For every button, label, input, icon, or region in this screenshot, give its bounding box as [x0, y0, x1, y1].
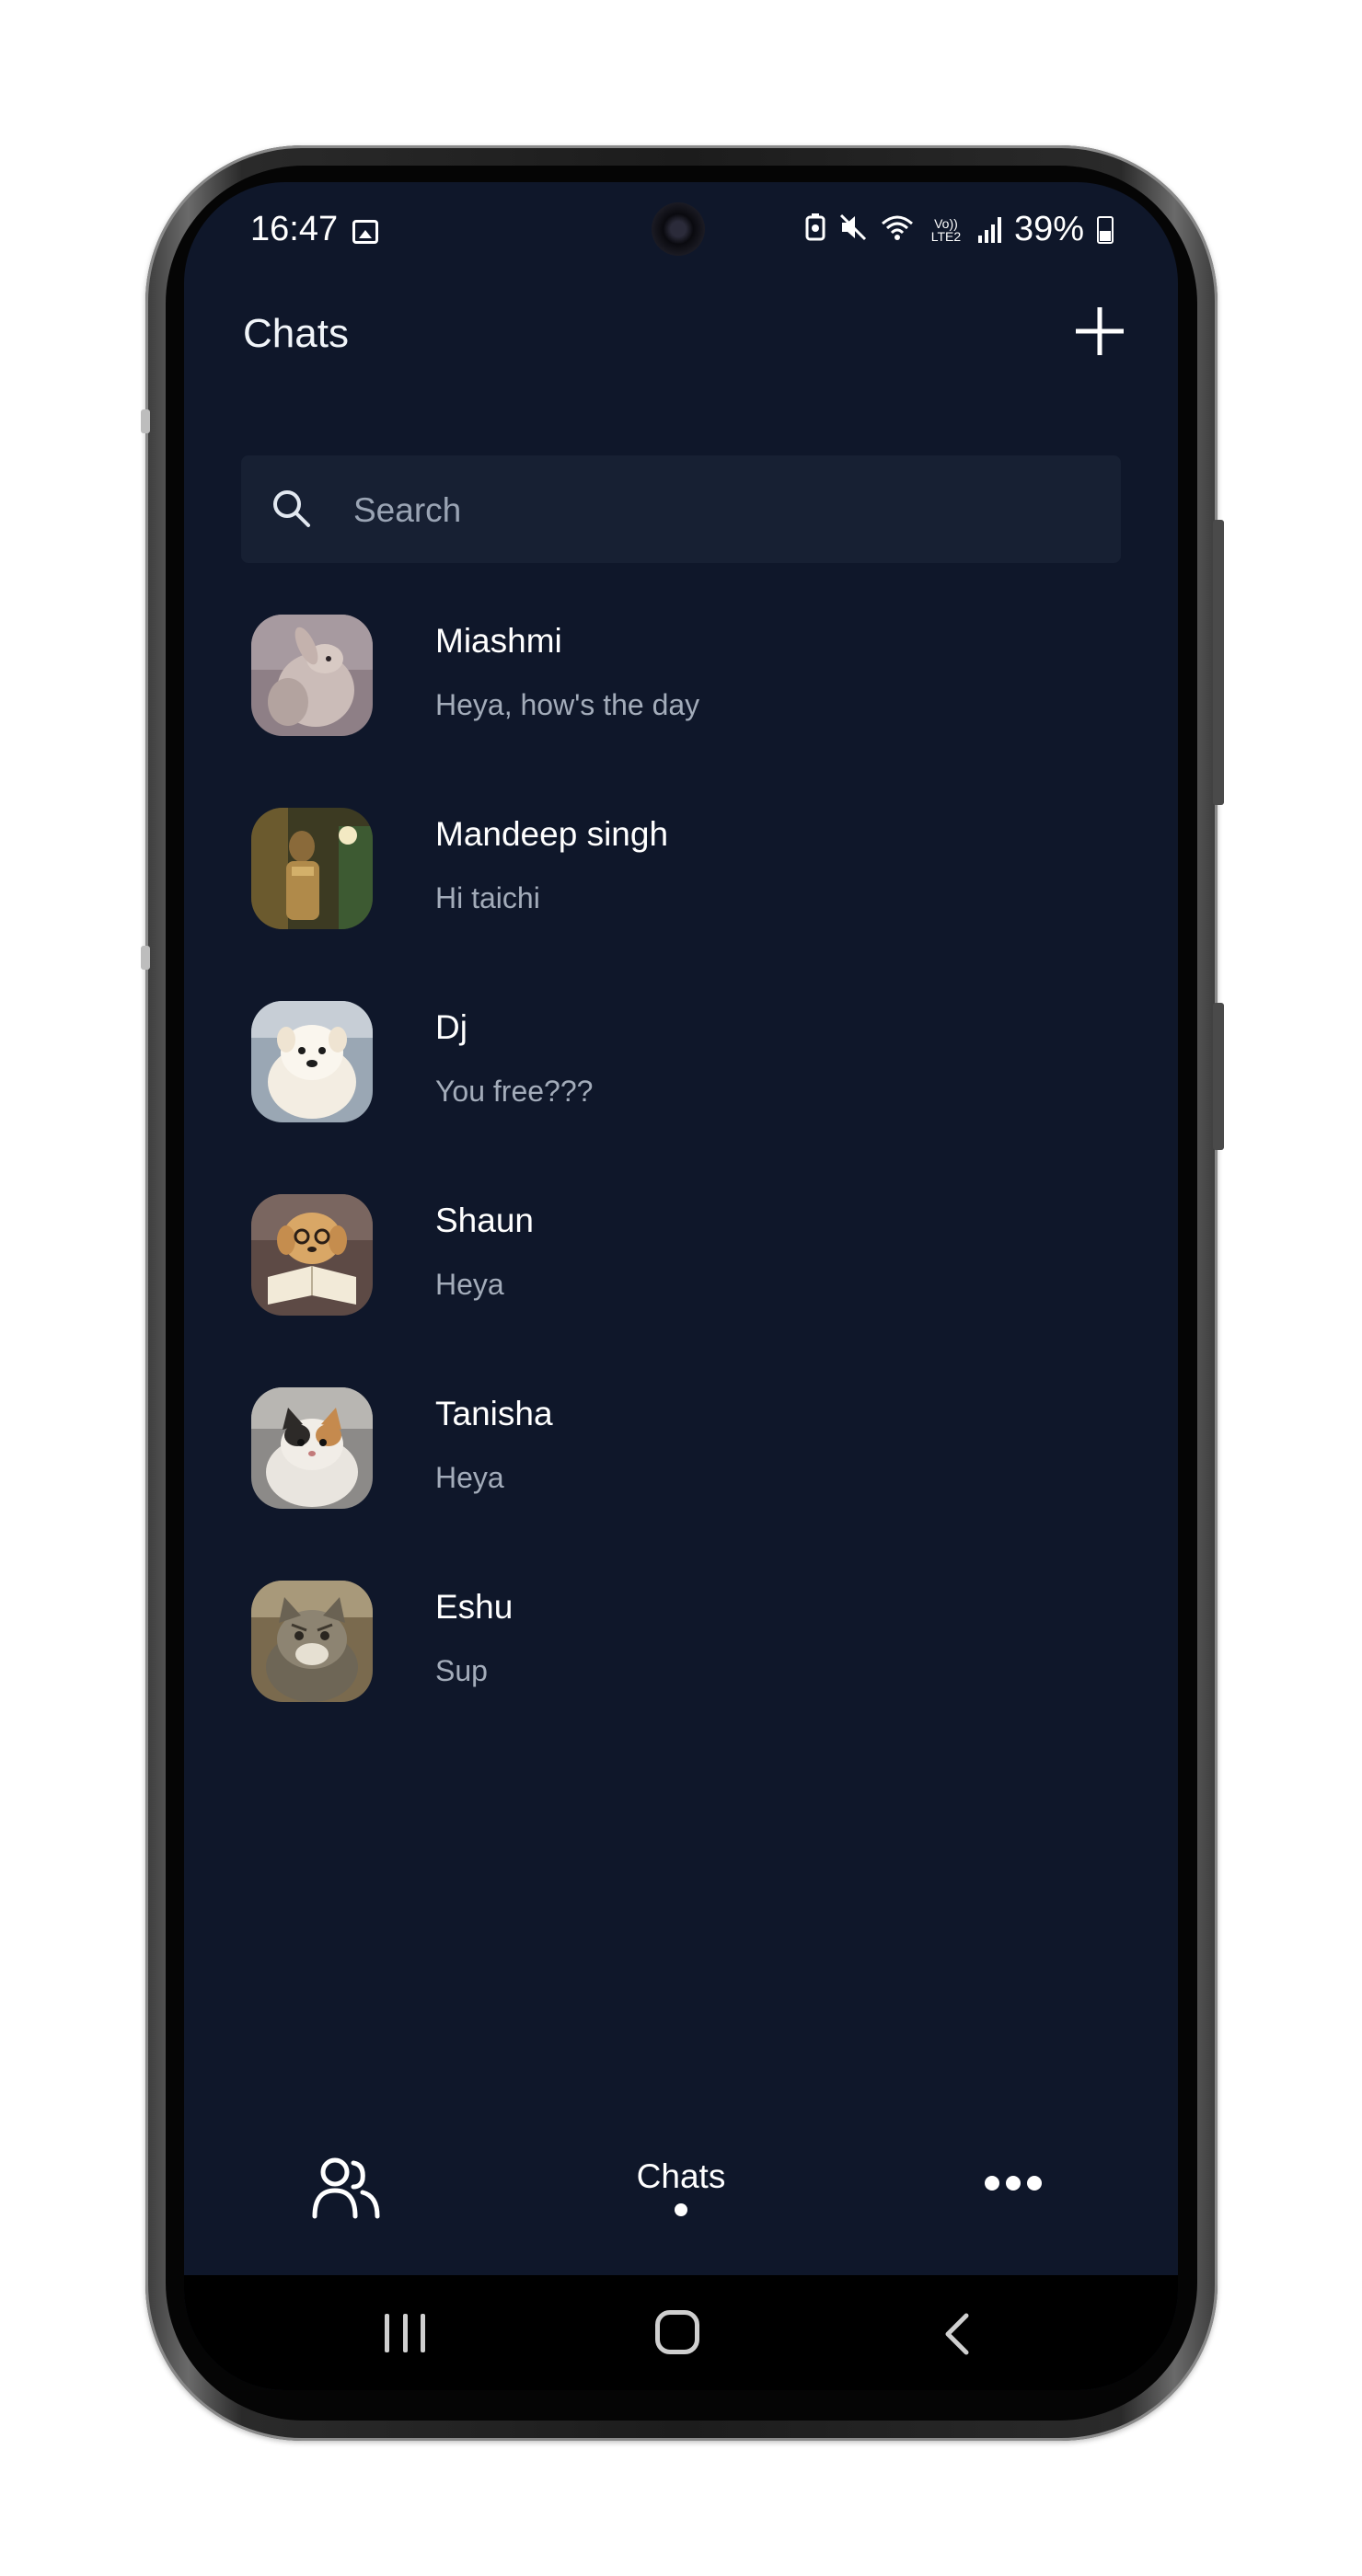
chat-item[interactable]: Dj You free???	[184, 1001, 1178, 1194]
volte-icon: Vo)) LTE2	[927, 217, 965, 243]
chat-name: Eshu	[435, 1588, 514, 1626]
dog-with-book-avatar-image	[251, 1194, 373, 1316]
page-title: Chats	[243, 311, 349, 356]
users-icon	[312, 2157, 380, 2219]
kitten-avatar-image	[251, 1387, 373, 1509]
power-button	[1213, 1003, 1224, 1150]
chat-name: Miashmi	[435, 622, 562, 660]
chat-last-message: Heya, how's the day	[435, 688, 700, 721]
chat-item[interactable]: Eshu Sup	[184, 1581, 1178, 1774]
nav-chats-tab[interactable]: Chats	[617, 2157, 745, 2216]
nav-chats-label: Chats	[636, 2157, 726, 2195]
wifi-icon	[881, 213, 914, 246]
chat-name: Dj	[435, 1008, 467, 1046]
bottom-nav: Chats	[184, 2137, 1178, 2275]
mute-icon	[838, 213, 868, 246]
battery-saver-icon	[805, 213, 825, 246]
chat-item[interactable]: Mandeep singh Hi taichi	[184, 808, 1178, 1001]
chat-item[interactable]: Tanisha Heya	[184, 1387, 1178, 1581]
chat-last-message: Sup	[435, 1654, 488, 1687]
chat-item[interactable]: Miashmi Heya, how's the day	[184, 615, 1178, 808]
app-screen: 16:47 Vo)) LTE2 39% Chats Search Miashmi…	[184, 182, 1178, 2390]
chat-last-message: You free???	[435, 1075, 594, 1108]
volume-button	[1213, 520, 1224, 805]
new-chat-button[interactable]	[1072, 304, 1127, 359]
chat-name: Tanisha	[435, 1395, 553, 1432]
avatar	[251, 808, 373, 929]
chat-last-message: Heya	[435, 1461, 504, 1494]
avatar	[251, 1194, 373, 1316]
cat-avatar-image	[251, 1581, 373, 1702]
search-icon	[273, 490, 310, 527]
status-bar: 16:47 Vo)) LTE2 39%	[184, 182, 1178, 283]
avatar	[251, 1581, 373, 1702]
front-camera	[652, 202, 705, 256]
signal-icon	[977, 216, 1001, 243]
home-button[interactable]	[655, 2310, 699, 2354]
volte-label: Vo)) LTE2	[930, 215, 962, 244]
active-tab-indicator	[675, 2203, 687, 2216]
chat-name: Shaun	[435, 1202, 534, 1239]
status-icons: Vo)) LTE2 39%	[805, 210, 1114, 249]
status-time: 16:47	[250, 210, 339, 248]
avatar	[251, 1387, 373, 1509]
person-avatar-image	[251, 808, 373, 929]
frame-antenna-line	[141, 409, 150, 433]
battery-icon	[1097, 215, 1114, 244]
search-input[interactable]	[352, 455, 1091, 565]
avatar	[251, 1001, 373, 1122]
chat-item[interactable]: Shaun Heya	[184, 1194, 1178, 1387]
back-button[interactable]	[939, 2312, 975, 2356]
system-nav-bar	[184, 2275, 1178, 2390]
recent-apps-button[interactable]	[385, 2314, 425, 2352]
search-bar[interactable]	[241, 455, 1121, 565]
puppy-avatar-image	[251, 1001, 373, 1122]
avatar	[251, 615, 373, 736]
more-dots-icon[interactable]	[985, 2174, 1042, 2192]
chat-name: Mandeep singh	[435, 815, 669, 853]
battery-percent: 39%	[1013, 210, 1084, 248]
chat-last-message: Hi taichi	[435, 881, 540, 914]
gallery-icon	[352, 220, 378, 244]
plus-icon	[1076, 307, 1124, 355]
chat-last-message: Heya	[435, 1268, 504, 1301]
bunny-avatar-image	[251, 615, 373, 736]
frame-antenna-line	[141, 946, 150, 970]
nav-contacts-tab[interactable]	[311, 2156, 381, 2220]
